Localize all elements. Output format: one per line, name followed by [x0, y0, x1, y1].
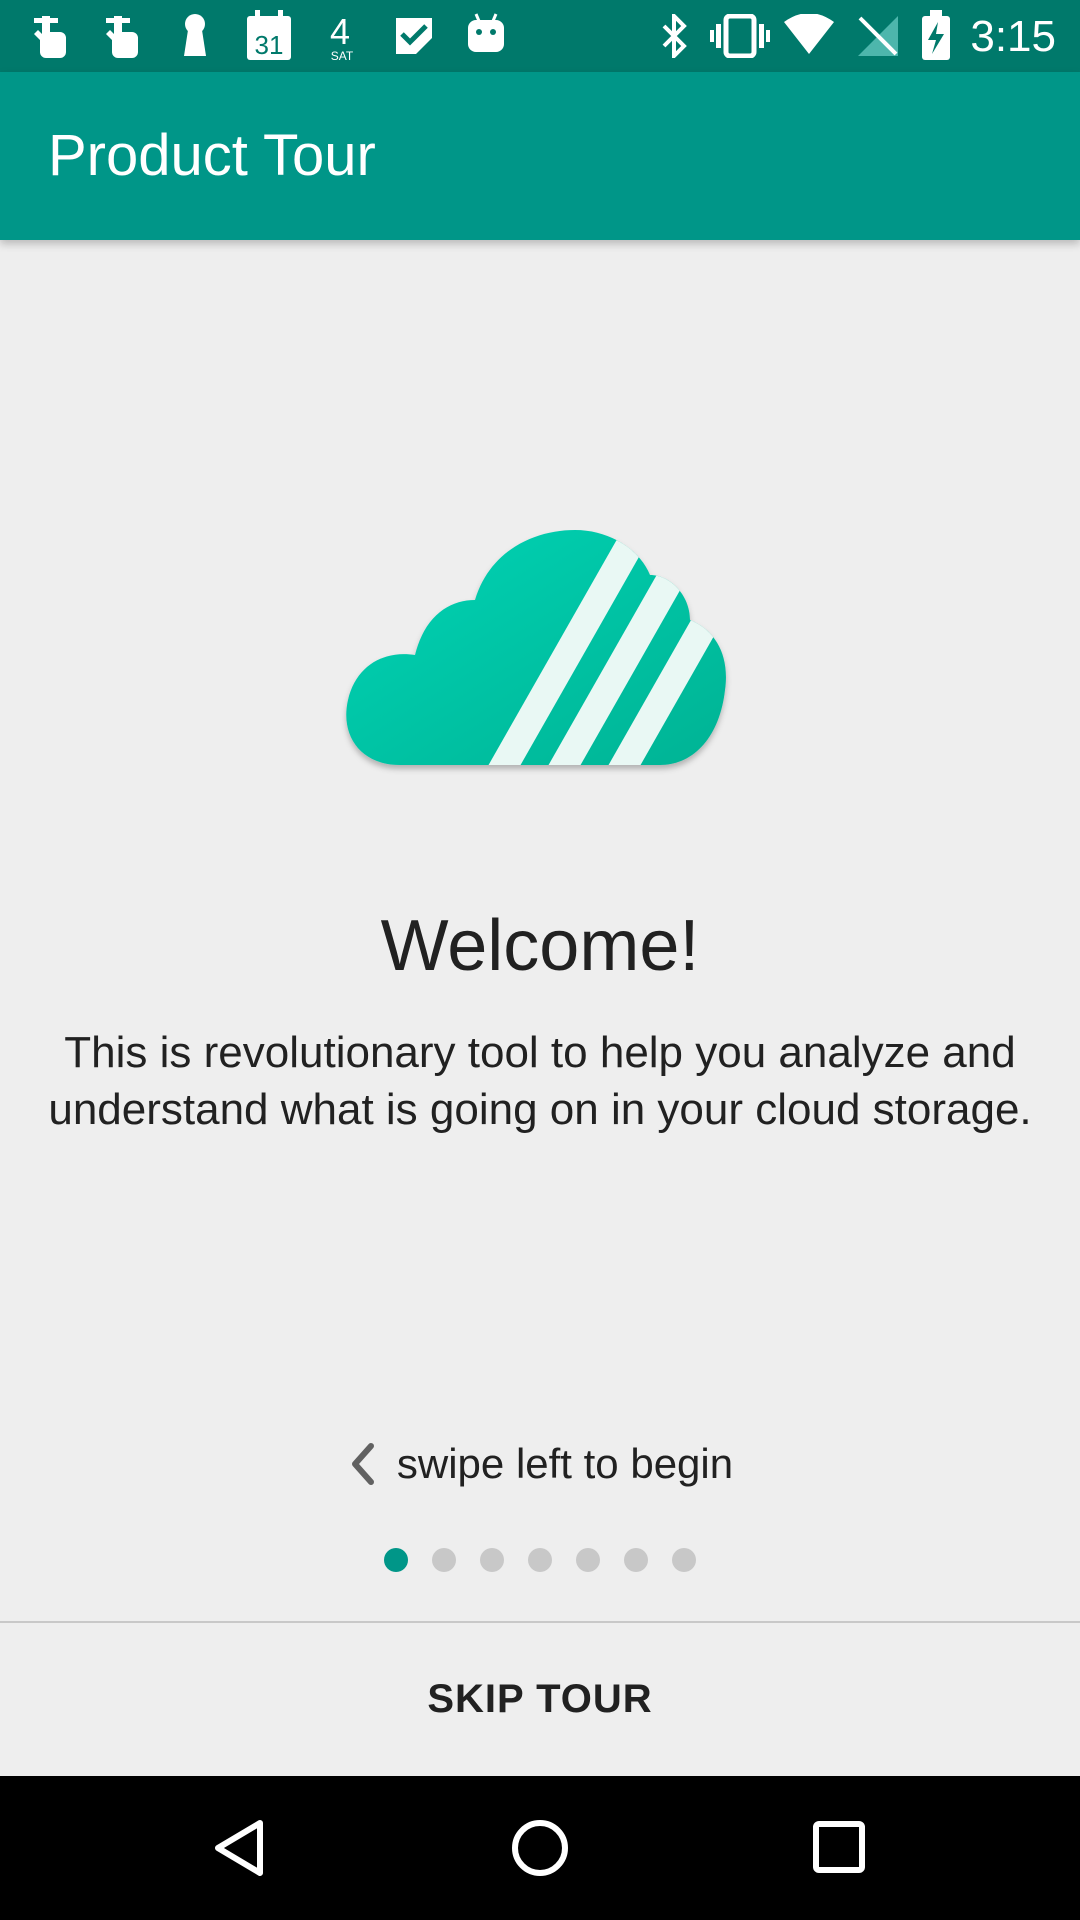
skip-tour-button[interactable]: SKIP TOUR — [0, 1623, 1080, 1775]
page-dot[interactable] — [432, 1548, 456, 1572]
welcome-title: Welcome! — [380, 906, 700, 986]
page-dot[interactable] — [624, 1548, 648, 1572]
vibrate-icon — [710, 14, 770, 58]
weather-day: 4 — [330, 11, 350, 52]
swipe-hint: swipe left to begin — [0, 1440, 1080, 1488]
status-time: 3:15 — [970, 12, 1056, 61]
weather-label: SAT — [331, 49, 354, 63]
cloud-logo-icon — [346, 530, 726, 765]
page-dot-active[interactable] — [384, 1548, 408, 1572]
page-indicator — [0, 1548, 1080, 1572]
page-title: Product Tour — [48, 123, 376, 188]
page-dot[interactable] — [672, 1548, 696, 1572]
hand-point-icon — [34, 16, 66, 58]
wifi-icon — [784, 14, 834, 54]
page-dot[interactable] — [480, 1548, 504, 1572]
no-signal-icon — [858, 16, 898, 56]
keyhole-icon — [184, 14, 206, 56]
back-icon[interactable] — [190, 1798, 290, 1898]
hand-point-icon — [106, 16, 138, 58]
page-dot[interactable] — [576, 1548, 600, 1572]
calendar-day: 31 — [255, 30, 284, 60]
app-bar: Product Tour — [0, 72, 1080, 240]
swipe-hint-label: swipe left to begin — [396, 1440, 734, 1487]
navigation-bar — [0, 1776, 1080, 1920]
bluetooth-icon — [662, 14, 687, 58]
status-bar: 31 4 SAT 3:15 — [0, 0, 1080, 72]
android-icon — [468, 13, 504, 52]
welcome-description: This is revolutionary tool to help you a… — [48, 1028, 1032, 1134]
page-dot[interactable] — [528, 1548, 552, 1572]
battery-charging-icon — [922, 10, 950, 60]
check-icon — [396, 18, 432, 54]
weather-date-icon: 4 SAT — [330, 11, 354, 63]
calendar-icon: 31 — [247, 10, 291, 60]
chevron-left-icon — [351, 1443, 374, 1485]
home-icon[interactable] — [490, 1798, 590, 1898]
recents-icon[interactable] — [790, 1798, 890, 1898]
